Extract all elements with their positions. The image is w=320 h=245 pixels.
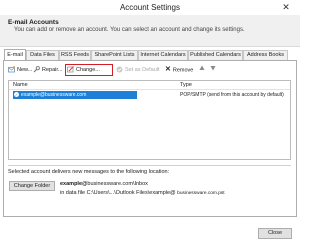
new-label: New... xyxy=(17,67,33,73)
column-header-name[interactable]: Name xyxy=(13,82,28,88)
tab-email[interactable]: E-mail xyxy=(4,49,26,60)
remove-button[interactable]: ✕ Remove xyxy=(165,64,193,76)
delivery-data-file: in data file C:\Users\...\Outlook Files\… xyxy=(60,190,225,196)
header-title: E-mail Accounts xyxy=(8,19,59,26)
account-row[interactable]: ✓ example@businessware.com POP/SMTP (send… xyxy=(10,91,289,99)
tab-published-calendars[interactable]: Published Calendars xyxy=(188,50,243,60)
account-row-name: ✓ example@businessware.com xyxy=(13,91,137,99)
change-folder-button[interactable]: Change Folder xyxy=(9,181,55,191)
default-account-check-icon: ✓ xyxy=(14,92,19,98)
close-button[interactable]: Close xyxy=(258,228,292,239)
tab-address-books[interactable]: Address Books xyxy=(243,50,288,60)
tab-rss-feeds[interactable]: RSS Feeds xyxy=(59,50,91,60)
set-as-default-label: Set as Default xyxy=(125,67,160,73)
delivery-account: example@businessware.com\Inbox xyxy=(60,181,148,187)
header-divider xyxy=(9,89,290,90)
data-file-path: in data file C:\Users\...\Outlook Files\… xyxy=(60,190,176,196)
delivery-account-name: example@ xyxy=(60,181,88,187)
account-list: Name Type ✓ example@businessware.com POP/… xyxy=(8,80,291,160)
remove-x-icon: ✕ xyxy=(165,66,171,73)
new-account-icon xyxy=(8,66,15,73)
account-row-type: POP/SMTP (send from this account by defa… xyxy=(180,92,284,98)
title-bar: Account Settings ✕ xyxy=(0,0,300,15)
window-close-icon[interactable]: ✕ xyxy=(277,1,295,13)
data-file-name: businessware.com.pst xyxy=(177,191,225,196)
tab-data-files[interactable]: Data Files xyxy=(26,50,59,60)
account-row-name-text: example@businessware.com xyxy=(21,92,87,98)
divider xyxy=(8,165,291,166)
delivery-label: Selected account delivers new messages t… xyxy=(8,169,170,175)
tab-sharepoint-lists[interactable]: SharePoint Lists xyxy=(91,50,138,60)
remove-label: Remove xyxy=(172,67,194,74)
repair-icon xyxy=(33,66,40,73)
column-header-type[interactable]: Type xyxy=(180,82,192,88)
header-section: E-mail Accounts You can add or remove an… xyxy=(0,15,300,47)
tab-internet-calendars[interactable]: Internet Calendars xyxy=(138,50,188,60)
set-as-default-button[interactable]: Set as Default xyxy=(116,64,160,76)
set-default-check-icon xyxy=(116,66,123,73)
move-up-icon[interactable] xyxy=(199,64,205,76)
move-down-icon[interactable] xyxy=(210,64,216,76)
change-highlight-box xyxy=(65,64,113,76)
repair-button[interactable]: Repair... xyxy=(33,64,62,76)
new-button[interactable]: New... xyxy=(8,64,32,76)
window-title: Account Settings xyxy=(119,3,181,12)
delivery-account-inbox: businessware.com\Inbox xyxy=(87,181,148,187)
repair-label: Repair... xyxy=(42,67,63,73)
header-description: You can add or remove an account. You ca… xyxy=(14,27,245,33)
